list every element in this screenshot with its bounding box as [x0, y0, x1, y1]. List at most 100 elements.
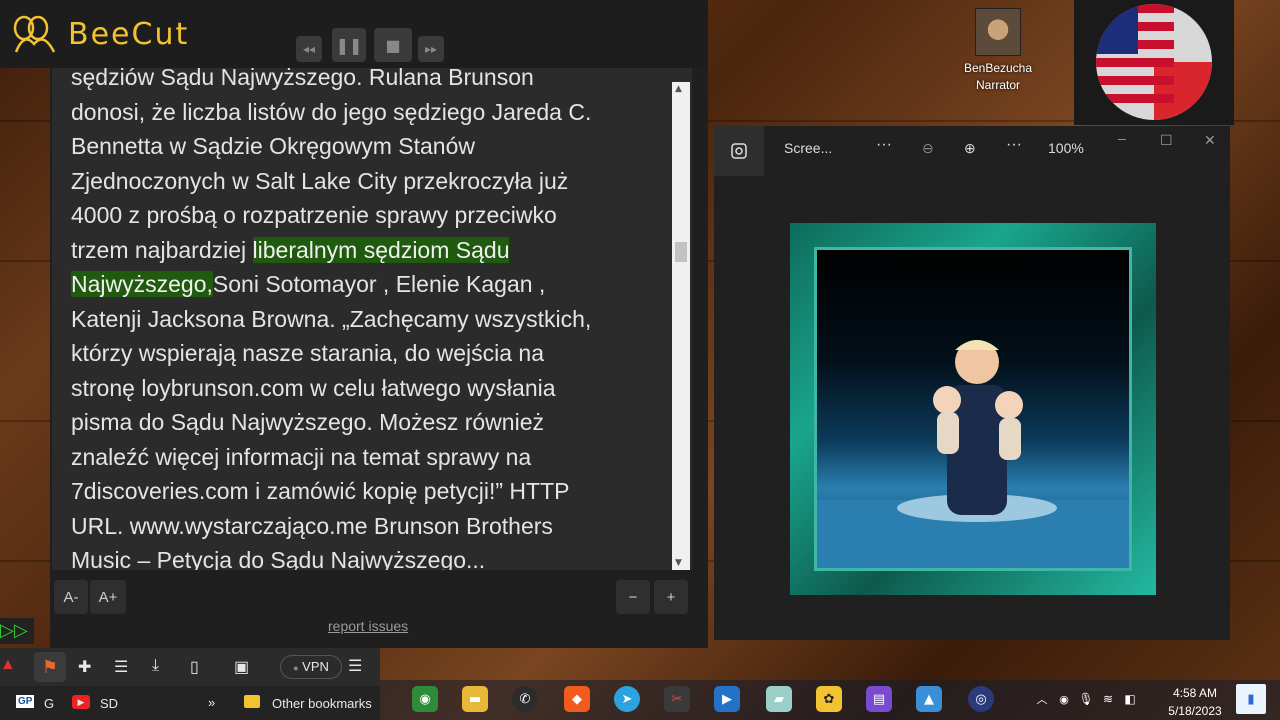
viewer-app-button[interactable] [714, 126, 764, 176]
speed-plus-button[interactable]: + [654, 580, 688, 614]
reader-line: Bennetta w Sądzie Okręgowym Stanów [71, 133, 475, 159]
wifi-icon[interactable]: ≋ [1100, 686, 1116, 712]
brave-icon[interactable]: ◆ [564, 686, 590, 712]
figure-illustration [817, 340, 1129, 568]
beecut-logo: BeeCut [10, 14, 189, 54]
reader-line: stronę loybrunson.com w celu łatwego wys… [71, 374, 556, 401]
reader-text-span: Soni Sotomayor , Elenie Kagan , [212, 271, 546, 297]
speed-minus-button[interactable]: − [616, 580, 650, 614]
pause-button[interactable]: ❚❚ [332, 28, 366, 62]
extension-active-icon[interactable]: ⚑ [34, 652, 66, 682]
vpn-button[interactable]: ● VPN [280, 655, 342, 679]
scroll-down-icon[interactable]: ▼ [675, 558, 682, 568]
clock-date: 5/18/2023 [1168, 704, 1222, 718]
wallet-icon[interactable]: ▣ [234, 657, 249, 677]
reader-line: Najwyższego,Soni Sotomayor , Elenie Kaga… [71, 267, 671, 302]
reader-line: którzy wspierają nasze starania, do wejś… [71, 340, 545, 366]
playlist-icon[interactable]: ☰ [114, 657, 128, 677]
zoom-in-icon[interactable]: ⊕ [964, 140, 976, 157]
highlighted-text: liberalnym sędziom Sądu [252, 236, 510, 263]
reader-line: Katenji Jacksona Browna. „Zachęcamy wszy… [71, 305, 592, 332]
beecut-titlebar: BeeCut ◂◂ ❚❚ ■ ▸▸ [0, 0, 708, 68]
reader-line: 4000 z prośbą o rozpatrzenie sprawy prze… [71, 202, 557, 228]
bookmarks-bar: GP G ▶ SD » Other bookmarks [0, 686, 380, 720]
notes-icon[interactable]: ▰ [766, 686, 792, 712]
photos-icon[interactable]: ▲ [916, 686, 942, 712]
narrator-badge[interactable]: BenBezucha Narrator [950, 8, 1046, 94]
whatsapp-icon[interactable]: ✆ [512, 686, 538, 712]
sidebar-icon[interactable]: ▯ [190, 657, 199, 677]
volume-icon[interactable]: ◧ [1122, 686, 1138, 712]
close-icon[interactable]: ✕ [1204, 132, 1216, 149]
rewind-button[interactable]: ◂◂ [296, 36, 322, 62]
snipping-tool-icon[interactable]: ✂ [664, 686, 690, 712]
network-status-icon[interactable]: ◉ [1056, 686, 1072, 712]
folder-icon [244, 695, 260, 708]
narrator-avatar [975, 8, 1021, 56]
narrator-role: Narrator [975, 78, 1020, 92]
photo-icon [731, 143, 747, 159]
font-increase-button[interactable]: A+ [90, 580, 126, 614]
video-editor-icon[interactable]: ▤ [866, 686, 892, 712]
chevron-up-icon[interactable]: ︿ [1034, 686, 1050, 712]
highlighted-text: Najwyższego, [71, 271, 213, 297]
displayed-image [790, 223, 1156, 595]
other-bookmarks[interactable]: Other bookmarks [272, 696, 372, 711]
obs-icon[interactable]: ◎ [968, 686, 994, 712]
youtube-icon: ▶ [72, 695, 90, 709]
reader-line: 7discoveries.com i zamówić kopię petycji… [71, 478, 570, 504]
forward-button[interactable]: ▸▸ [418, 36, 444, 62]
left-edge-icons: ▷▷ [0, 614, 50, 648]
viewer-toolbar: Scree... ··· ⊖ ⊕ ··· 100% – ☐ ✕ [714, 126, 1230, 176]
reader-line: donosi, że liczba listów do jego sędzieg… [71, 98, 592, 125]
scroll-up-icon[interactable]: ▲ [675, 84, 682, 94]
bookmark-g[interactable]: G [44, 696, 54, 711]
reader-panel: sędziów Sądu Najwyższego. Rulana Brunson… [50, 68, 708, 648]
menu-icon[interactable]: ☰ [348, 656, 362, 676]
viewer-more-button[interactable]: ··· [876, 136, 892, 154]
vpn-label: VPN [302, 659, 329, 674]
app-green-icon[interactable]: ◉ [412, 686, 438, 712]
font-decrease-button[interactable]: A- [54, 580, 88, 614]
file-explorer-icon[interactable]: ▬ [462, 686, 488, 712]
viewer-options-button[interactable]: ··· [1006, 136, 1022, 154]
reader-line: znaleźć więcej informacji na temat spraw… [71, 443, 532, 470]
reader-text-span: trzem najbardziej [71, 236, 253, 263]
brave-rewards-icon[interactable]: ▲ [0, 656, 16, 674]
report-issues-link[interactable]: report issues [328, 618, 408, 634]
scroll-thumb[interactable] [675, 242, 687, 262]
microphone-icon[interactable]: 🎙 [1078, 686, 1094, 712]
bee-icon [13, 15, 56, 53]
app-name: BeeCut [68, 16, 190, 52]
vpn-status-icon: ● [293, 663, 299, 673]
viewer-title: Scree... [784, 140, 833, 156]
beecut-taskbar-icon[interactable]: ✿ [816, 686, 842, 712]
gp-bookmark-icon: GP [16, 695, 35, 708]
media-player-icon[interactable]: ▶ [714, 686, 740, 712]
narrator-name: BenBezucha [963, 61, 1033, 75]
zoom-level[interactable]: 100% [1048, 140, 1084, 156]
reader-content: sędziów Sądu Najwyższego. Rulana Brunson… [71, 68, 671, 570]
notification-icon[interactable]: ▮ [1236, 684, 1266, 714]
photos-viewer-window: Scree... ··· ⊖ ⊕ ··· 100% – ☐ ✕ [714, 126, 1230, 640]
zoom-out-icon[interactable]: ⊖ [922, 140, 934, 157]
stop-button[interactable]: ■ [374, 28, 412, 62]
clock-time: 4:58 AM [1172, 686, 1218, 700]
scrollbar[interactable]: ▲ ▼ [672, 82, 690, 570]
extensions-icon[interactable]: ✚ [78, 657, 91, 677]
reader-text-area[interactable]: sędziów Sądu Najwyższego. Rulana Brunson… [52, 68, 692, 570]
download-icon[interactable]: ⤓ [152, 657, 159, 675]
browser-toolbar: ▲ ⚑ ✚ ☰ ⤓ ▯ ▣ ● VPN ☰ [0, 648, 380, 686]
reader-line: pisma do Sądu Najwyższego. Możesz równie… [71, 409, 544, 435]
usa-poland-flag-icon [1074, 0, 1234, 125]
reader-line: Zjednoczonych w Salt Lake City przekrocz… [71, 167, 569, 194]
minimize-icon[interactable]: – [1118, 130, 1126, 146]
green-play-icon[interactable]: ▷▷ [0, 618, 34, 644]
bookmark-sd[interactable]: SD [100, 696, 118, 711]
bookmarks-overflow[interactable]: » [208, 695, 215, 710]
telegram-icon[interactable]: ➤ [614, 686, 640, 712]
maximize-icon[interactable]: ☐ [1160, 132, 1173, 149]
reader-line: Music – Petycja do Sądu Najwyższego... [71, 547, 486, 570]
reader-line: URL. www.wystarczająco.me Brunson Brothe… [71, 512, 553, 539]
taskbar-clock[interactable]: 4:58 AM 5/18/2023 [1160, 684, 1230, 720]
